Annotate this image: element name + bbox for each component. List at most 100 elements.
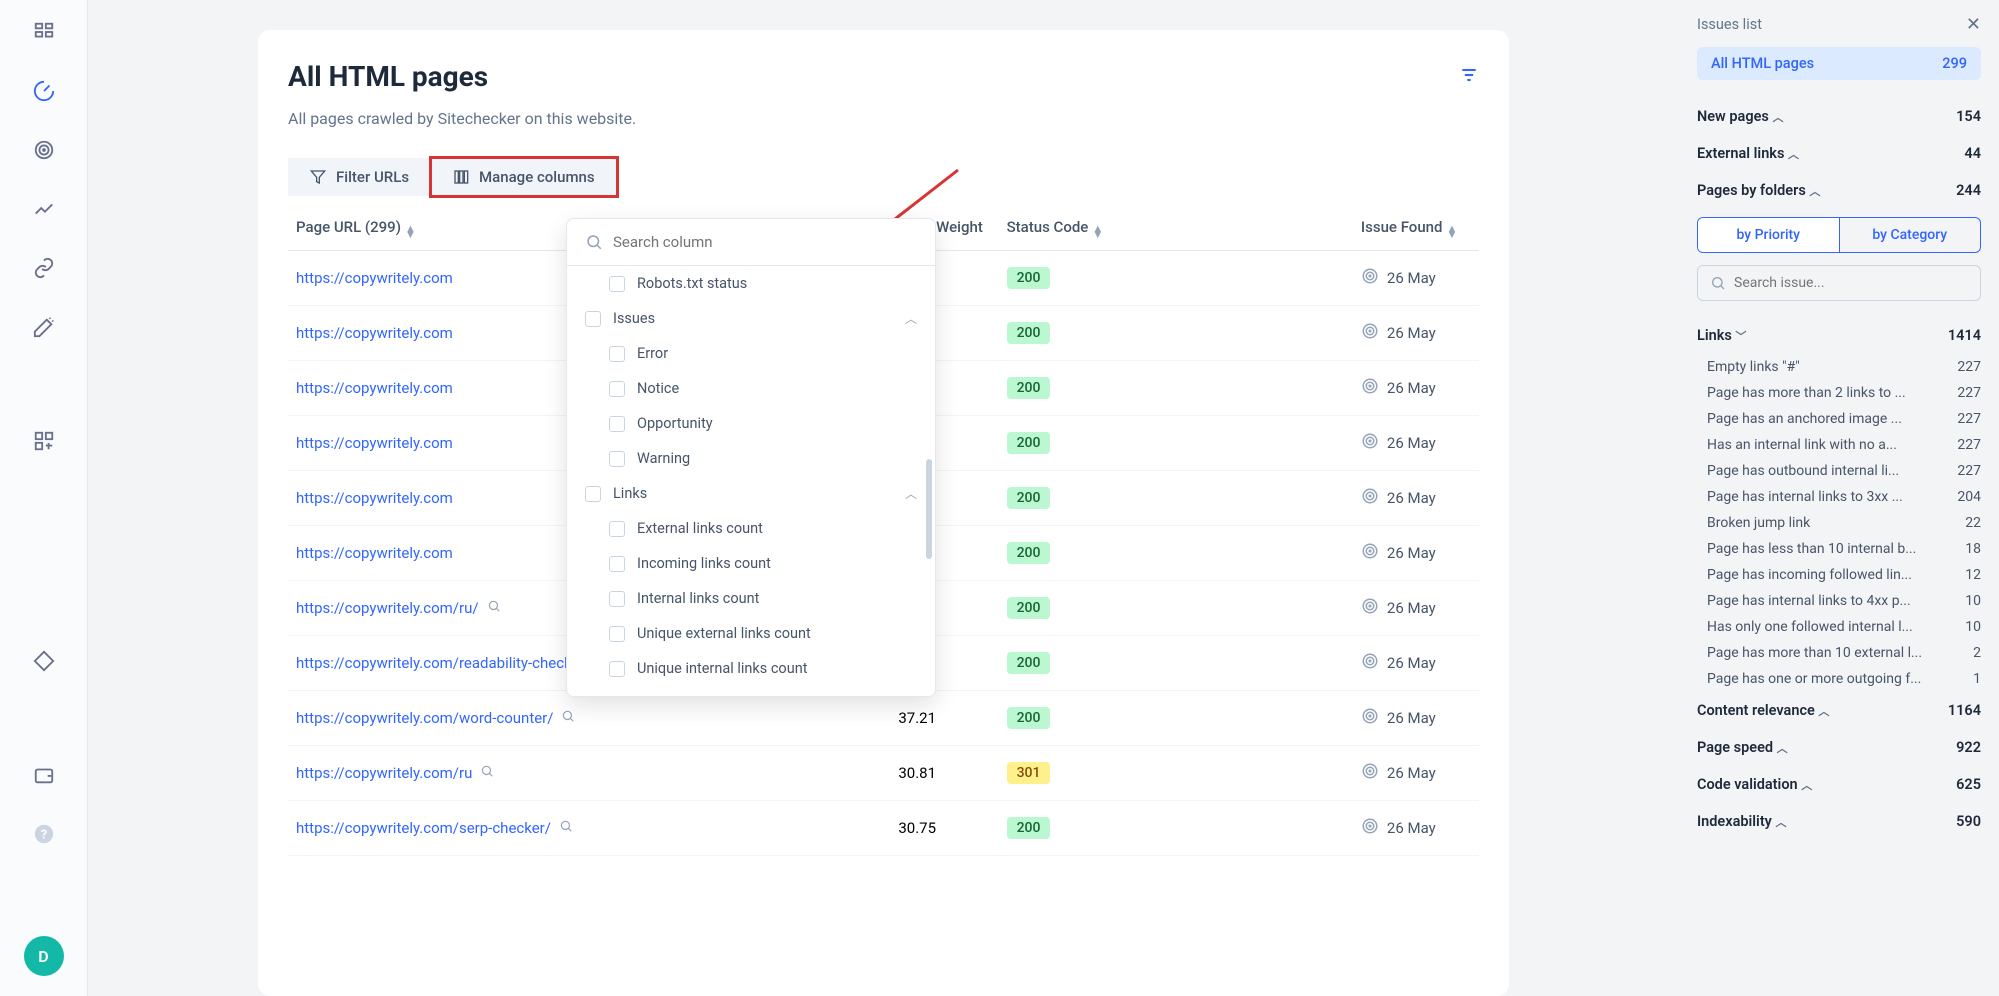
- filter-urls-button[interactable]: Filter URLs: [288, 158, 431, 196]
- summary-row[interactable]: External links ︿44: [1697, 135, 1981, 172]
- checkbox-icon[interactable]: [609, 591, 625, 607]
- issue-item[interactable]: Page has incoming followed lin...12: [1697, 562, 1981, 588]
- main-area: All HTML pages All pages crawled by Site…: [88, 0, 1679, 996]
- magnify-icon[interactable]: [561, 709, 575, 727]
- checkbox-icon[interactable]: [585, 311, 601, 327]
- issue-group[interactable]: Content relevance ︿1164: [1697, 692, 1981, 729]
- magnify-icon[interactable]: [487, 599, 501, 617]
- column-option[interactable]: Opportunity: [567, 406, 935, 441]
- magnify-icon[interactable]: [480, 764, 494, 782]
- page-url-link[interactable]: https://copywritely.com/serp-checker/: [296, 819, 551, 837]
- checkbox-icon[interactable]: [585, 486, 601, 502]
- issue-item[interactable]: Page has less than 10 internal b...18: [1697, 536, 1981, 562]
- issue-item[interactable]: Page has more than 2 links to ...227: [1697, 380, 1981, 406]
- status-badge: 200: [1007, 487, 1051, 509]
- page-weight-value: 30.75: [898, 819, 1006, 837]
- chevron-up-icon: ︿: [1772, 111, 1783, 124]
- checkbox-icon[interactable]: [609, 661, 625, 677]
- manage-label: Manage columns: [479, 168, 595, 186]
- issue-group[interactable]: Indexability ︿590: [1697, 803, 1981, 840]
- nav-speed-icon[interactable]: [32, 79, 56, 103]
- page-url-link[interactable]: https://copywritely.com: [296, 434, 453, 452]
- column-option[interactable]: Incoming links count: [567, 546, 935, 581]
- issue-item[interactable]: Has only one followed internal l...10: [1697, 614, 1981, 640]
- page-url-link[interactable]: https://copywritely.com/ru/: [296, 599, 479, 617]
- issues-panel: Issues list ✕ All HTML pages 299 New pag…: [1679, 0, 1999, 996]
- column-search[interactable]: [567, 219, 935, 266]
- issue-group[interactable]: Links ﹀1414: [1697, 317, 1981, 354]
- issue-item[interactable]: Page has an anchored image ...227: [1697, 406, 1981, 432]
- column-group[interactable]: Issues︿: [567, 301, 935, 336]
- page-url-link[interactable]: https://copywritely.com: [296, 324, 453, 342]
- chevron-up-icon: ︿: [1809, 185, 1820, 198]
- status-badge: 200: [1007, 707, 1051, 729]
- target-icon: [1361, 707, 1379, 729]
- close-icon[interactable]: ✕: [1966, 14, 1981, 35]
- issue-item[interactable]: Page has internal links to 3xx ...204: [1697, 484, 1981, 510]
- checkbox-icon[interactable]: [609, 346, 625, 362]
- issue-item[interactable]: Page has outbound internal li...227: [1697, 458, 1981, 484]
- page-url-link[interactable]: https://copywritely.com: [296, 544, 453, 562]
- nav-target-icon[interactable]: [32, 138, 56, 162]
- column-option[interactable]: External links count: [567, 511, 935, 546]
- issue-group[interactable]: Page speed ︿922: [1697, 729, 1981, 766]
- checkbox-icon[interactable]: [609, 556, 625, 572]
- page-url-link[interactable]: https://copywritely.com/ru: [296, 764, 472, 782]
- checkbox-icon[interactable]: [609, 451, 625, 467]
- issue-item[interactable]: Page has internal links to 4xx p...10: [1697, 588, 1981, 614]
- issue-item[interactable]: Empty links "#"227: [1697, 354, 1981, 380]
- column-group[interactable]: Links︿: [567, 476, 935, 511]
- column-search-input[interactable]: [613, 233, 917, 251]
- page-url-link[interactable]: https://copywritely.com/readability-chec…: [296, 654, 591, 672]
- nav-dashboard-icon[interactable]: [32, 20, 56, 44]
- summary-row[interactable]: New pages ︿154: [1697, 98, 1981, 135]
- chevron-icon: ﹀: [1735, 330, 1746, 343]
- tab-by-category[interactable]: by Category: [1839, 218, 1981, 252]
- target-icon: [1361, 762, 1379, 784]
- issue-group[interactable]: Code validation ︿625: [1697, 766, 1981, 803]
- column-option[interactable]: Robots.txt status: [567, 266, 935, 301]
- nav-magic-icon[interactable]: [32, 315, 56, 339]
- nav-wallet-icon[interactable]: [32, 763, 56, 787]
- all-html-pages-pill[interactable]: All HTML pages 299: [1697, 47, 1981, 80]
- issue-item[interactable]: Page has one or more outgoing f...1: [1697, 666, 1981, 692]
- tab-by-priority[interactable]: by Priority: [1698, 218, 1839, 252]
- checkbox-icon[interactable]: [609, 381, 625, 397]
- checkbox-icon[interactable]: [609, 521, 625, 537]
- issue-search[interactable]: [1697, 265, 1981, 301]
- nav-diamond-icon[interactable]: [32, 649, 56, 673]
- page-url-link[interactable]: https://copywritely.com/word-counter/: [296, 709, 553, 727]
- issue-date: 26 May: [1387, 654, 1436, 672]
- column-option[interactable]: Error: [567, 336, 935, 371]
- col-status-header[interactable]: Status Code▲▼: [1007, 218, 1361, 238]
- issue-date: 26 May: [1387, 379, 1436, 397]
- dropdown-scrollbar[interactable]: [926, 459, 932, 559]
- page-url-link[interactable]: https://copywritely.com: [296, 489, 453, 507]
- page-url-link[interactable]: https://copywritely.com: [296, 379, 453, 397]
- nav-apps-icon[interactable]: [32, 429, 56, 453]
- checkbox-icon[interactable]: [609, 276, 625, 292]
- nav-link-icon[interactable]: [32, 256, 56, 280]
- sort-icon[interactable]: [1459, 65, 1479, 89]
- summary-row[interactable]: Pages by folders ︿244: [1697, 172, 1981, 209]
- issue-item[interactable]: Has an internal link with no a...227: [1697, 432, 1981, 458]
- magnify-icon[interactable]: [559, 819, 573, 837]
- checkbox-icon[interactable]: [609, 416, 625, 432]
- issue-date: 26 May: [1387, 599, 1436, 617]
- issue-item[interactable]: Broken jump link22: [1697, 510, 1981, 536]
- column-option[interactable]: Internal links count: [567, 581, 935, 616]
- column-option[interactable]: Notice: [567, 371, 935, 406]
- avatar[interactable]: D: [24, 936, 64, 976]
- column-option[interactable]: Warning: [567, 441, 935, 476]
- column-option[interactable]: Unique internal links count: [567, 651, 935, 686]
- issue-item[interactable]: Page has more than 10 external l...2: [1697, 640, 1981, 666]
- issue-date: 26 May: [1387, 544, 1436, 562]
- column-option[interactable]: Unique external links count: [567, 616, 935, 651]
- checkbox-icon[interactable]: [609, 626, 625, 642]
- nav-help-icon[interactable]: ?: [32, 822, 56, 846]
- page-url-link[interactable]: https://copywritely.com: [296, 269, 453, 287]
- nav-trend-icon[interactable]: [32, 197, 56, 221]
- issue-search-input[interactable]: [1734, 275, 1968, 291]
- col-issue-header[interactable]: Issue Found▲▼: [1361, 218, 1479, 238]
- manage-columns-button[interactable]: Manage columns: [431, 158, 617, 196]
